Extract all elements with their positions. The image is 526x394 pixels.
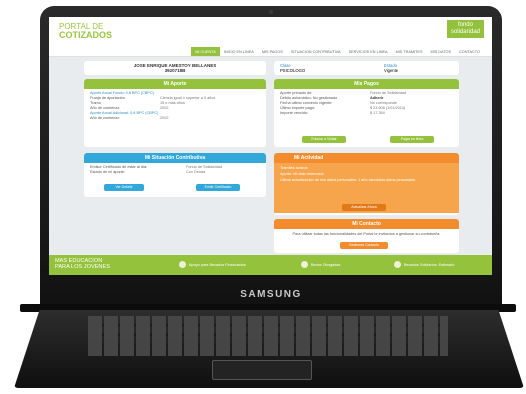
dashboard: JOSE ENRIQUE AMESTOY BELLANES 3920718B C… [84, 61, 459, 261]
mis-pagos-title: Mis Pagos [274, 79, 459, 89]
profession-card: Clase PSICOLOGO Estado Vigente [274, 61, 459, 75]
situacion-row-label: Estado de mi aporte: [90, 170, 126, 174]
status-value: Vigente [384, 68, 399, 73]
site-header: PORTAL DE COTIZADOS fondo solidaridad [49, 17, 492, 47]
emitir-certificado-button[interactable]: Emitir Certificado [196, 184, 240, 191]
main-nav: MI CUENTA INICIO EN LINEA MIS PAGOS SITU… [49, 47, 492, 57]
situacion-row-value: Con Deuda [186, 170, 206, 174]
class-value: PSICOLOGO [280, 68, 306, 73]
actualizar-button[interactable]: Actualizar Ahora [342, 204, 386, 211]
mi-contacto-title: Mi Contacto [274, 219, 459, 229]
footer-line-2: PARA LOS JOVENES [55, 264, 110, 270]
aporte-row-value: 2002 [160, 116, 169, 120]
mi-aporte-title: Mi Aporte [84, 79, 266, 89]
keyboard [88, 316, 448, 356]
aporte-row-value: 2002 [160, 106, 169, 110]
nav-contacto[interactable]: CONTACTO [455, 47, 484, 56]
pagos-row-label: Importe vencido: [280, 111, 309, 115]
actividad-line: Última actualización de mis datos person… [280, 178, 416, 182]
contacto-text: Para utilizar todas las funcionalidades … [292, 232, 441, 236]
footer-item-label: Apoyo para Becados Financiados [189, 262, 246, 267]
mi-actividad-card: Mi Actividad Trámites activos Aporte: Mi… [274, 153, 459, 215]
user-id: 3920718B [164, 68, 186, 73]
nav-mi-cuenta[interactable]: MI CUENTA [191, 47, 220, 56]
pagar-button[interactable]: Pagar en linea [390, 136, 434, 143]
circle-icon [394, 261, 401, 268]
circle-icon [301, 261, 308, 268]
nav-mis-datos[interactable]: MIS DATOS [427, 47, 456, 56]
footer-item[interactable]: Apoyo para Becados Financiados [179, 261, 246, 268]
nav-situacion[interactable]: SITUACION CONTRIBUTIVA [287, 47, 345, 56]
fondo-solidaridad-logo[interactable]: fondo solidaridad [446, 20, 484, 38]
aporte-row-label: Año de comienzo [90, 116, 120, 120]
footer-item-label: Becas Otorgadas [311, 262, 341, 267]
situacion-title: Mi Situación Contributiva [84, 153, 266, 163]
user-card: JOSE ENRIQUE AMESTOY BELLANES 3920718B [84, 61, 266, 75]
mis-pagos-card: Mis Pagos Aporte primado de: Fondo de Sol… [274, 79, 459, 147]
touchpad [212, 360, 312, 380]
mi-actividad-title: Mi Actividad [274, 153, 459, 163]
laptop-screen: PORTAL DE COTIZADOS fondo solidaridad MI… [49, 17, 492, 275]
circle-icon [179, 261, 186, 268]
site-logo[interactable]: PORTAL DE COTIZADOS [59, 23, 112, 40]
gestionar-contacto-button[interactable]: Gestionar Contacto [340, 242, 388, 249]
mi-contacto-card: Mi Contacto Para utilizar todas las func… [274, 219, 459, 253]
laptop-scene: SAMSUNG PORTAL DE COTIZADOS fondo solida… [0, 0, 526, 394]
footer-item[interactable]: Becas Otorgadas [301, 261, 340, 268]
site-footer: MAS EDUCACION PARA LOS JOVENES Apoyo par… [49, 255, 492, 275]
webcam-icon [269, 10, 273, 14]
nav-tramites[interactable]: MIS TRAMITES [392, 47, 427, 56]
fondo-line-2: solidaridad [450, 29, 480, 35]
footer-item[interactable]: Becados Solidarios: Estimado [394, 261, 454, 268]
situacion-card: Mi Situación Contributiva Emisor Certifi… [84, 153, 266, 197]
logo-line-2: COTIZADOS [59, 30, 112, 40]
footer-logo: MAS EDUCACION PARA LOS JOVENES [55, 258, 110, 270]
footer-item-label: Becados Solidarios: Estimado [404, 262, 455, 267]
pagos-row-value: $ 17.354 [370, 111, 385, 115]
nav-mis-pagos[interactable]: MIS PAGOS [258, 47, 287, 56]
mi-aporte-card: Mi Aporte Aporte Anual Fondo: 0,6 BPC (C… [84, 79, 266, 147]
fondo-line-1: fondo [457, 22, 473, 28]
nav-servicios[interactable]: SERVICIOS EN LINEA [345, 47, 392, 56]
nav-inicio[interactable]: INICIO EN LINEA [220, 47, 258, 56]
enlazar-button[interactable]: Enlazar a Visitar [302, 136, 346, 143]
laptop-brand: SAMSUNG [240, 289, 302, 300]
ver-detalle-button[interactable]: Ver Detalle [104, 184, 144, 191]
